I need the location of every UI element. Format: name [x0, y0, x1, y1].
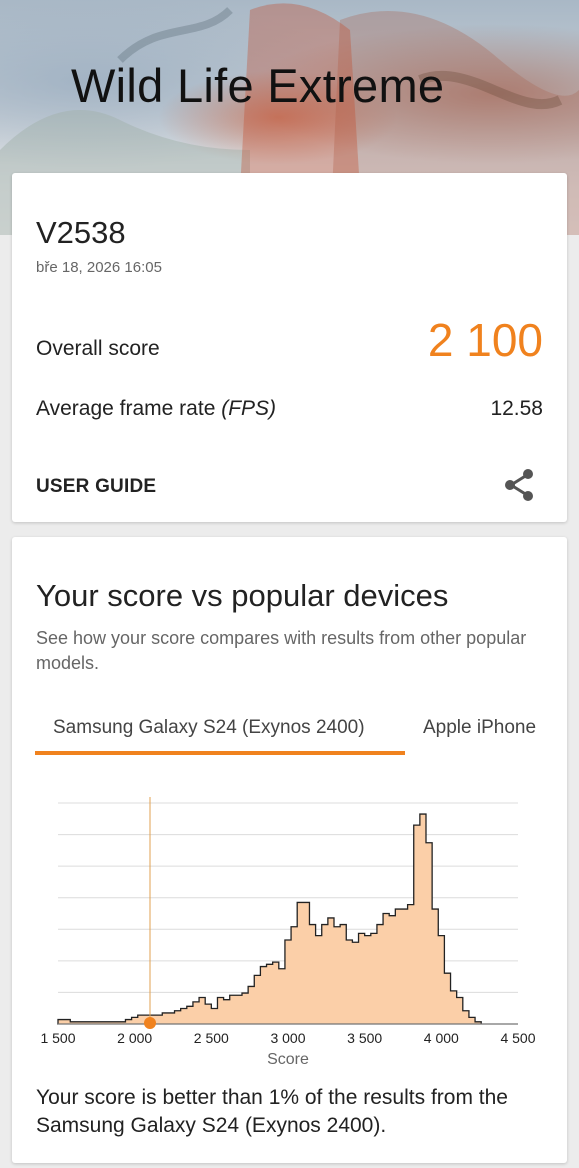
histogram-bin	[383, 914, 389, 1025]
histogram-bin	[230, 995, 236, 1024]
fps-label: Average frame rate (FPS)	[36, 397, 276, 421]
user-guide-link[interactable]: USER GUIDE	[36, 476, 156, 498]
histogram-bin	[346, 940, 352, 1024]
histogram-bin	[236, 995, 242, 1024]
histogram-bin	[371, 933, 377, 1024]
histogram-bin	[193, 1002, 199, 1024]
histogram-bin	[248, 986, 254, 1024]
overall-score-label: Overall score	[36, 337, 160, 360]
histogram-bin	[162, 1013, 168, 1024]
overall-score-value: 2 100	[427, 314, 543, 366]
share-icon[interactable]	[503, 468, 535, 502]
tab-samsung-galaxy-s24[interactable]: Samsung Galaxy S24 (Exynos 2400)	[53, 717, 365, 739]
tab-apple-iphone[interactable]: Apple iPhone	[423, 717, 536, 739]
comparison-title: Your score vs popular devices	[36, 578, 449, 613]
histogram-bin	[297, 902, 303, 1024]
histogram-bin	[444, 973, 450, 1024]
comparison-card: Your score vs popular devices See how yo…	[12, 537, 567, 1163]
histogram-bin	[457, 997, 463, 1024]
histogram-bin	[401, 909, 407, 1024]
x-axis-label: Score	[267, 1051, 309, 1067]
histogram-bin	[187, 1006, 193, 1024]
comparison-description: See how your score compares with results…	[36, 628, 527, 673]
histogram-bin	[64, 1020, 70, 1024]
x-tick-label: 2 500	[194, 1030, 229, 1046]
histogram-bin	[242, 993, 248, 1024]
histogram-bin	[426, 843, 432, 1024]
histogram-bin	[438, 936, 444, 1024]
histogram-bin	[359, 933, 365, 1024]
histogram-bin	[267, 964, 273, 1024]
histogram-bin	[395, 909, 401, 1024]
histogram-bin	[414, 825, 420, 1024]
histogram-bin	[340, 925, 346, 1024]
histogram-bin	[389, 916, 395, 1024]
percentile-result-text: Your score is better than 1% of the resu…	[36, 1086, 508, 1137]
histogram-bin	[175, 1011, 181, 1024]
histogram-bin	[58, 1020, 64, 1024]
test-title: Wild Life Extreme	[71, 59, 445, 112]
histogram-bin	[181, 1009, 187, 1024]
histogram-bin	[211, 1009, 217, 1024]
histogram-bin	[285, 940, 291, 1024]
x-tick-label: 4 000	[424, 1030, 459, 1046]
histogram-bin	[279, 969, 285, 1024]
histogram-bin	[408, 905, 414, 1024]
histogram-bin	[205, 1004, 211, 1024]
histogram-bin	[132, 1017, 138, 1024]
x-tick-label: 3 500	[347, 1030, 382, 1046]
histogram-bin	[138, 1015, 144, 1024]
x-tick-label: 3 000	[270, 1030, 305, 1046]
result-datetime: bře 18, 2026 16:05	[36, 259, 162, 276]
histogram-bin	[451, 991, 457, 1024]
histogram-bin	[377, 925, 383, 1024]
histogram-bin	[217, 997, 223, 1024]
x-tick-label: 1 500	[40, 1030, 75, 1046]
fps-label-unit: (FPS)	[221, 397, 277, 420]
result-card: V2538 bře 18, 2026 16:05 Overall score 2…	[12, 173, 567, 522]
histogram-bin	[365, 936, 371, 1024]
histogram-bin	[260, 967, 266, 1024]
active-tab-indicator	[35, 751, 405, 755]
histogram-bin	[463, 1011, 469, 1024]
device-name: V2538	[36, 215, 126, 250]
x-tick-label: 4 500	[500, 1030, 535, 1046]
score-distribution-chart: 1 500 2 000 2 500 3 000 3 500 4 000 4 500 Score	[40, 797, 536, 1067]
histogram-bin	[224, 1000, 230, 1024]
histogram-bin	[432, 909, 438, 1024]
user-score-marker	[144, 1017, 156, 1029]
fps-value: 12.58	[490, 397, 543, 420]
histogram-bin	[316, 936, 322, 1024]
histogram-bin	[420, 814, 426, 1024]
histogram-bin	[303, 902, 309, 1024]
histogram-bin	[328, 918, 334, 1024]
histogram-bin	[168, 1013, 174, 1024]
histogram-bin	[309, 925, 315, 1024]
histogram-bin	[322, 925, 328, 1024]
fps-label-main: Average frame rate	[36, 397, 216, 420]
histogram-bin	[125, 1020, 131, 1024]
histogram-bin	[199, 997, 205, 1024]
histogram-bin	[254, 975, 260, 1024]
histogram-bin	[156, 1015, 162, 1024]
x-tick-label: 2 000	[117, 1030, 152, 1046]
histogram-bin	[469, 1017, 475, 1024]
histogram-bin	[334, 927, 340, 1024]
histogram-bin	[273, 962, 279, 1024]
histogram-bin	[291, 927, 297, 1024]
histogram-bin	[352, 942, 358, 1024]
